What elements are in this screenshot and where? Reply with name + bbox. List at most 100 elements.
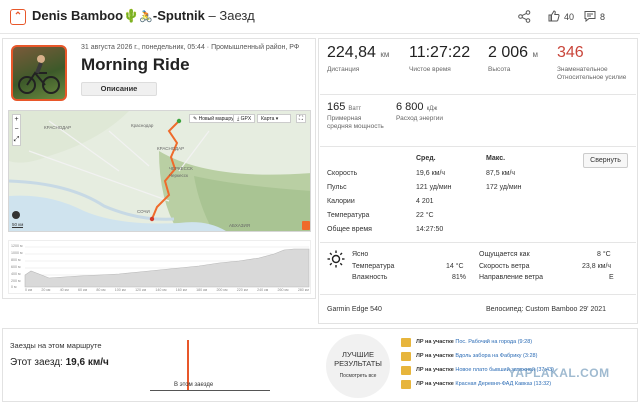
- moving-time-label: Чистое время: [409, 66, 451, 73]
- x-tick: 280 км: [297, 288, 309, 292]
- x-tick: 180 км: [196, 288, 208, 292]
- x-tick: 20 км: [41, 288, 51, 292]
- row-label: Общее время: [327, 226, 372, 233]
- page-title: Denis Bamboo🌵🚴-Sputnik – Заезд: [32, 8, 255, 24]
- best-results-badge[interactable]: ЛУЧШИЕ РЕЗУЛЬТАТЫ Посмотреть все: [326, 334, 390, 398]
- map-city: Краснодар: [131, 123, 154, 128]
- gpx-button[interactable]: ⤓ GPX: [233, 114, 256, 123]
- x-tick: 140 км: [155, 288, 167, 292]
- segment-this-ride-value: 19,6 км/ч: [65, 357, 109, 368]
- moving-time-value: 11:27:22: [409, 44, 471, 61]
- x-tick: 120 км: [135, 288, 147, 292]
- description-button[interactable]: Описание: [81, 82, 157, 96]
- activity-name: Morning Ride: [81, 55, 190, 74]
- sun-icon: [327, 250, 345, 273]
- fullscreen-icon[interactable]: ⛶: [296, 114, 306, 123]
- energy-unit: кДж: [426, 106, 438, 112]
- x-tick: 0 км: [25, 288, 33, 292]
- x-tick: 200 км: [216, 288, 228, 292]
- bike-label: Велосипед:: [486, 306, 524, 313]
- device-name: Garmin Edge 540: [327, 306, 382, 313]
- bike-icon: 🚴: [139, 11, 153, 23]
- y-tick: 0 м: [11, 285, 17, 290]
- col-avg-header: Сред.: [416, 155, 436, 162]
- y-tick: 800 м: [11, 257, 21, 262]
- map-city: Черкесск: [169, 173, 188, 178]
- y-tick: 400 м: [11, 271, 21, 276]
- route-map[interactable]: + − ⤢ ✎ Новый маршрут ⤓ GPX Карта ▾ ⛶ КРАС…: [8, 110, 311, 232]
- weather-condition: Ясно: [352, 251, 369, 258]
- weather-temp-label: Температура: [352, 263, 395, 270]
- athlete-name[interactable]: Denis Bamboo: [32, 8, 123, 23]
- map-mode-label: Карта: [261, 116, 275, 122]
- strava-badge-icon: [302, 221, 310, 230]
- row-label: Скорость: [327, 170, 358, 177]
- best-item: ЛР на участке Пос. Рабочий на города (9:…: [416, 339, 532, 345]
- divider: [320, 294, 636, 295]
- y-tick: 1200 м: [11, 244, 23, 248]
- best-item: ЛР на участке Красная Деревня-ФАД Кавказ…: [416, 381, 551, 387]
- best-item-prefix: ЛР на участке: [416, 353, 454, 359]
- divider: [320, 242, 636, 243]
- map-city: КРАСНОДАР: [157, 146, 185, 151]
- row-label: Температура: [327, 212, 370, 219]
- new-route-label: Новый маршрут: [198, 116, 236, 122]
- energy-number: 6 800: [396, 101, 424, 113]
- power-number: 165: [327, 101, 346, 113]
- x-tick: 260 км: [277, 288, 289, 292]
- weather-dir-label: Направление ветра: [479, 274, 543, 281]
- zoom-controls[interactable]: + − ⤢: [12, 114, 21, 146]
- avatar[interactable]: [11, 45, 67, 101]
- share-icon[interactable]: [518, 10, 531, 26]
- kudos-icon[interactable]: [548, 10, 560, 25]
- best-item-link[interactable]: Пос. Рабочий на города (9:28): [455, 339, 532, 345]
- y-tick: 1000 м: [11, 250, 23, 255]
- weather-feels-label: Ощущается как: [479, 251, 530, 258]
- x-tick: 100 км: [114, 288, 126, 292]
- power-value: 165 Ватт: [327, 101, 361, 113]
- weather-feels-value: 8 °C: [597, 251, 611, 258]
- best-item-link[interactable]: Вдоль забора на Фабрику (3:28): [455, 353, 537, 359]
- cactus-icon: 🌵: [123, 8, 140, 23]
- trophy-icon: [401, 338, 411, 347]
- best-item: ЛР на участке Вдоль забора на Фабрику (3…: [416, 353, 537, 359]
- elevation-chart[interactable]: 1200 м 1000 м 800 м 600 м 400 м 200 м 0 …: [8, 240, 311, 294]
- elevation-y-axis: 1200 м 1000 м 800 м 600 м 400 м 200 м 0 …: [11, 243, 25, 291]
- map-city: КРАСНОДАР: [44, 125, 72, 130]
- best-results-title: ЛУЧШИЕ РЕЗУЛЬТАТЫ: [334, 350, 382, 368]
- x-tick: 160 км: [175, 288, 187, 292]
- map-mode-select[interactable]: Карта ▾: [257, 114, 291, 123]
- segment-this-ride-label: Этот заезд:: [10, 357, 63, 368]
- row-label: Калории: [327, 198, 355, 205]
- location-icon[interactable]: [12, 211, 20, 219]
- divider: [320, 146, 636, 147]
- row-avg: 121 уд/мин: [416, 184, 452, 191]
- elevation-x-axis: 0 км 20 км 40 км 60 км 80 км 100 км 120 …: [25, 288, 309, 292]
- activity-logo-icon[interactable]: ⌃: [10, 9, 26, 25]
- best-item-link[interactable]: Красная Деревня-ФАД Кавказ (13:32): [455, 381, 551, 387]
- collapse-button[interactable]: Свернуть: [583, 153, 628, 168]
- col-max-header: Макс.: [486, 155, 506, 162]
- row-avg: 4 201: [416, 198, 434, 205]
- comment-count: 8: [600, 12, 606, 22]
- bike-name[interactable]: Custom Bamboo 29' 2021: [525, 306, 606, 313]
- best-results-link[interactable]: Посмотреть все: [330, 373, 386, 379]
- comment-icon[interactable]: [584, 10, 596, 25]
- row-avg: 19,6 км/ч: [416, 170, 446, 177]
- gpx-label: GPX: [240, 116, 252, 122]
- map-city: ЧЕРКЕССК: [169, 166, 193, 171]
- row-max: 87,5 км/ч: [486, 170, 516, 177]
- map-city: СОЧИ: [137, 209, 150, 214]
- y-tick: 200 м: [11, 278, 21, 283]
- segment-axis: [150, 390, 270, 391]
- elevation-number: 2 006: [488, 44, 529, 61]
- segment-this-ride: Этот заезд: 19,6 км/ч: [10, 357, 109, 368]
- relative-effort-label: Знаменательное Относительное усилие: [557, 66, 627, 81]
- row-avg: 22 °C: [416, 212, 434, 219]
- x-tick: 240 км: [257, 288, 269, 292]
- relative-effort-value[interactable]: 346: [557, 44, 584, 62]
- segment-title: Заезды на этом маршруте: [10, 341, 102, 350]
- distance-value: 224,84 км: [327, 44, 389, 62]
- elevation-value: 2 006 м: [488, 44, 538, 62]
- trophy-icon: [401, 366, 411, 375]
